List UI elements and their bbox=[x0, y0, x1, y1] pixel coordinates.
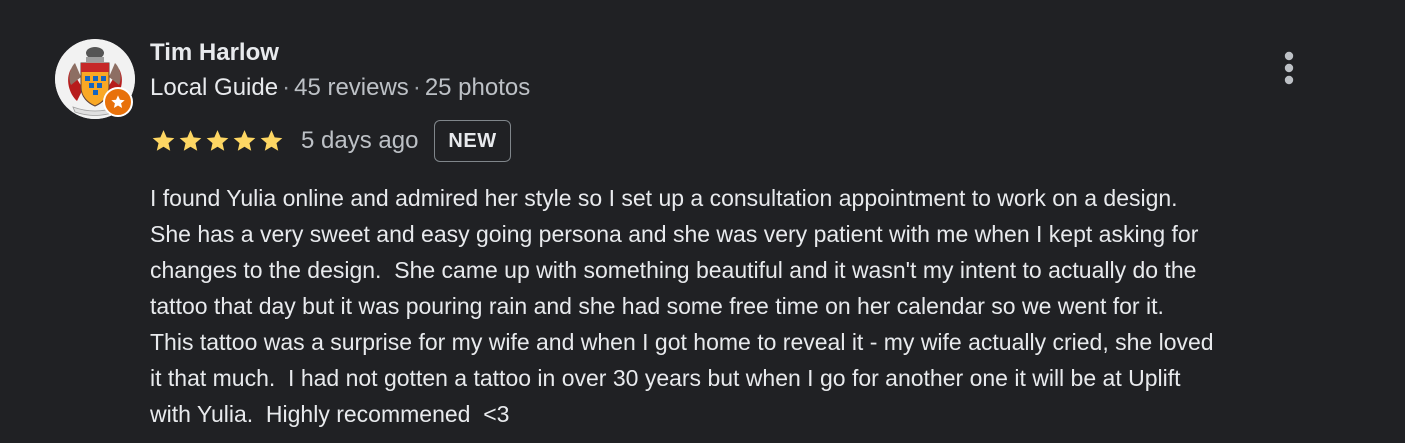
more-options-button[interactable] bbox=[1272, 46, 1306, 90]
star-icon bbox=[233, 130, 256, 151]
star-icon bbox=[260, 130, 283, 151]
review-card: Tim Harlow Local Guide · 45 reviews · 25 pho… bbox=[0, 0, 1405, 443]
review-body: I found Yulia online and admired her sty… bbox=[150, 180, 1365, 432]
author-name[interactable]: Tim Harlow bbox=[150, 38, 279, 68]
review-body-line: tattoo that day but it was pouring rain … bbox=[150, 293, 1164, 319]
review-count: 45 reviews bbox=[294, 74, 409, 101]
author-meta[interactable]: Local Guide · 45 reviews · 25 photos bbox=[150, 73, 530, 103]
review-body-line: changes to the design. She came up with … bbox=[150, 257, 1197, 283]
review-time: 5 days ago bbox=[301, 127, 419, 154]
local-guide-label: Local Guide bbox=[150, 74, 279, 101]
review-body-line: I found Yulia online and admired her sty… bbox=[150, 185, 1178, 211]
meta-separator: · bbox=[282, 74, 291, 101]
rating-row: 5 days ago NEW bbox=[150, 120, 511, 162]
new-badge: NEW bbox=[434, 120, 511, 162]
star-icon bbox=[179, 130, 202, 151]
review-body-line: it that much. I had not gotten a tattoo … bbox=[150, 365, 1181, 391]
review-body-line: This tattoo was a surprise for my wife a… bbox=[150, 329, 1214, 355]
review-body-line: with Yulia. Highly recommened <3 bbox=[150, 401, 510, 427]
star-icon bbox=[206, 130, 229, 151]
meta-separator: · bbox=[412, 74, 421, 101]
star-rating bbox=[150, 128, 285, 154]
star-icon bbox=[152, 130, 175, 151]
review-body-line: She has a very sweet and easy going pers… bbox=[150, 221, 1199, 247]
more-vert-icon bbox=[1284, 51, 1294, 85]
local-guide-badge-icon bbox=[103, 87, 133, 117]
photo-count: 25 photos bbox=[424, 74, 531, 101]
